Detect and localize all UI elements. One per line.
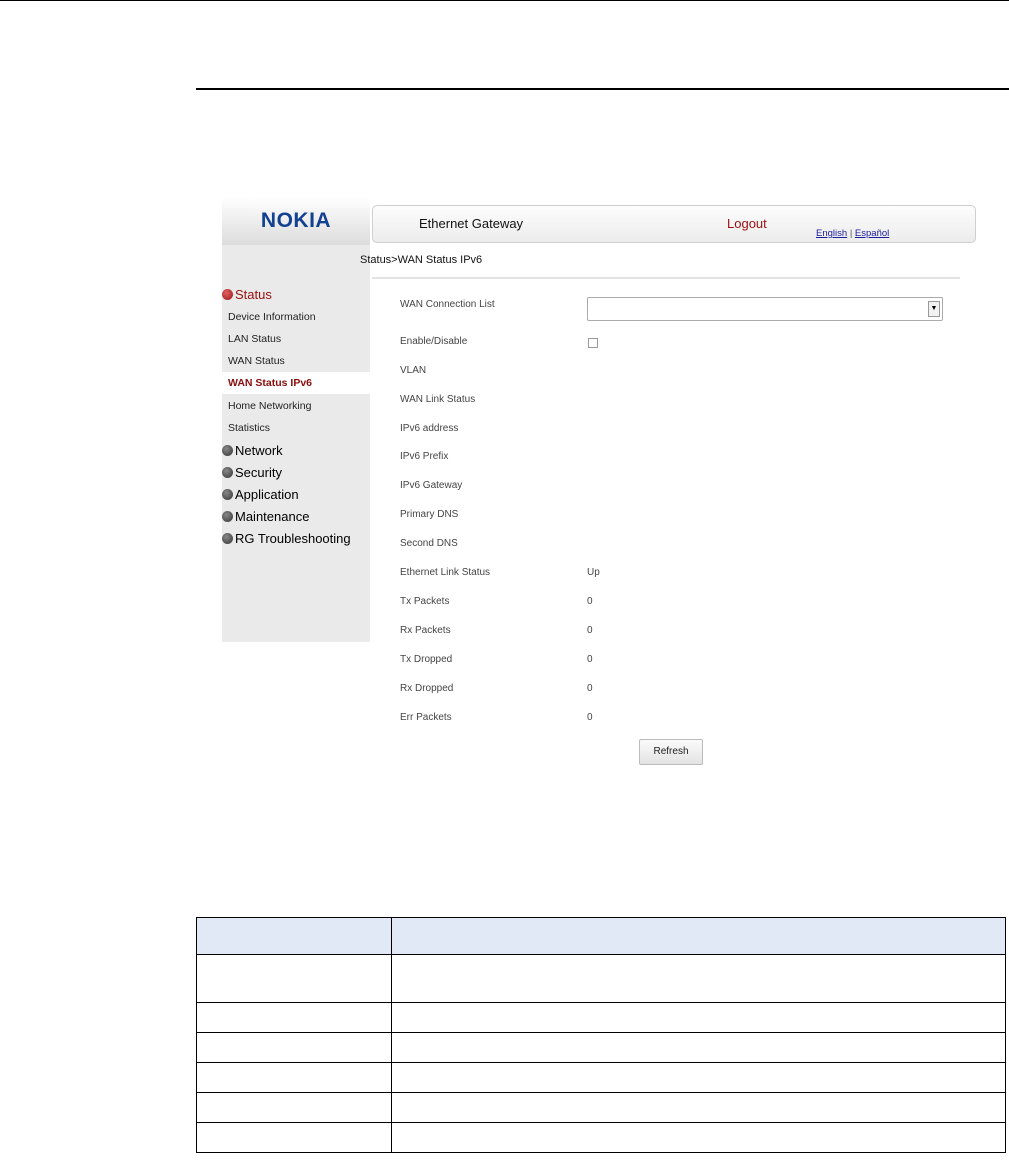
language-separator: |: [849, 228, 853, 239]
table-cell: [196, 1002, 392, 1033]
parameter-table: [196, 917, 1006, 1153]
table-cell: [391, 954, 1006, 1003]
table-cell: [391, 1122, 1006, 1153]
field-label-tx-dropped: Tx Dropped: [400, 654, 453, 665]
field-value-ethernet-link-status: Up: [587, 567, 600, 578]
field-label-wan-link-status: WAN Link Status: [400, 394, 476, 405]
field-label-tx-packets: Tx Packets: [400, 596, 450, 607]
field-value-err-packets: 0: [587, 712, 593, 723]
english-link[interactable]: English: [816, 228, 847, 239]
sidebar: NOKIA Status Device Information LAN Stat…: [222, 197, 370, 642]
field-value-tx-packets: 0: [587, 596, 593, 607]
sidebar-item-statistics[interactable]: Statistics: [228, 422, 270, 434]
sidebar-item-lan-status[interactable]: LAN Status: [228, 333, 281, 345]
refresh-button[interactable]: Refresh: [639, 739, 703, 765]
chevron-down-icon[interactable]: ▼: [928, 301, 940, 317]
table-header-cell: [196, 917, 392, 955]
table-row: [196, 1122, 1006, 1153]
field-label-vlan: VLAN: [400, 365, 427, 376]
field-label-ethernet-link-status: Ethernet Link Status: [400, 567, 491, 578]
espanol-link[interactable]: Español: [855, 228, 889, 239]
field-label-rx-packets: Rx Packets: [400, 625, 451, 636]
language-switcher: English | Español: [816, 228, 889, 239]
field-label-ipv6-address: IPv6 address: [400, 423, 459, 434]
sidebar-section-application[interactable]: Application: [222, 487, 299, 502]
sidebar-section-label: RG Troubleshooting: [235, 531, 351, 546]
gateway-screenshot: NOKIA Status Device Information LAN Stat…: [220, 197, 980, 767]
logo-box: NOKIA: [222, 197, 370, 245]
sidebar-section-label: Security: [235, 465, 282, 480]
expand-bullet-icon: [222, 533, 233, 544]
field-label-enable-disable: Enable/Disable: [400, 336, 468, 347]
table-cell: [196, 1062, 392, 1093]
table-cell: [196, 1032, 392, 1063]
gateway-title: Ethernet Gateway: [419, 216, 524, 231]
field-label-second-dns: Second DNS: [400, 538, 458, 549]
sidebar-section-maintenance[interactable]: Maintenance: [222, 509, 309, 524]
field-value-tx-dropped: 0: [587, 654, 593, 665]
field-label-rx-dropped: Rx Dropped: [400, 683, 454, 694]
field-value-rx-dropped: 0: [587, 683, 593, 694]
sidebar-item-wan-status-ipv6[interactable]: WAN Status IPv6: [222, 372, 370, 394]
table-cell: [196, 1122, 392, 1153]
page-top-rule: [0, 0, 1009, 1]
sidebar-section-network[interactable]: Network: [222, 443, 283, 458]
field-value-rx-packets: 0: [587, 625, 593, 636]
table-cell: [196, 1092, 392, 1123]
sidebar-section-security[interactable]: Security: [222, 465, 282, 480]
sidebar-section-label: Network: [235, 443, 283, 458]
sidebar-section-label: Maintenance: [235, 509, 310, 524]
table-row: [196, 1032, 1006, 1063]
section-rule: [196, 88, 1009, 90]
sidebar-item-home-networking[interactable]: Home Networking: [228, 400, 311, 412]
breadcrumb-divider: [372, 277, 960, 279]
sidebar-section-rg-troubleshooting[interactable]: RG Troubleshooting: [222, 531, 351, 546]
expand-bullet-icon: [222, 511, 233, 522]
table-row: [196, 954, 1006, 1003]
table-cell: [196, 954, 392, 1003]
table-header-row: [196, 917, 1006, 955]
table-header-cell: [391, 917, 1006, 955]
sidebar-item-device-information[interactable]: Device Information: [228, 311, 316, 323]
breadcrumb: Status>WAN Status IPv6: [360, 254, 483, 266]
field-label-ipv6-gateway: IPv6 Gateway: [400, 480, 463, 491]
nokia-logo: NOKIA: [260, 209, 332, 232]
expand-bullet-icon: [222, 467, 233, 478]
status-bullet-icon: [222, 289, 233, 300]
sidebar-section-label: Application: [235, 487, 299, 502]
enable-checkbox[interactable]: [588, 338, 598, 348]
table-cell: [391, 1002, 1006, 1033]
sidebar-item-wan-status[interactable]: WAN Status: [228, 355, 285, 367]
field-label-ipv6-prefix: IPv6 Prefix: [400, 451, 449, 462]
header-bar: Ethernet Gateway Logout English | Españo…: [372, 205, 976, 243]
sidebar-section-label: Status: [235, 287, 272, 302]
field-label-wan-connection-list: WAN Connection List: [400, 299, 495, 310]
table-row: [196, 1092, 1006, 1123]
logout-link[interactable]: Logout: [727, 216, 767, 231]
table-cell: [391, 1062, 1006, 1093]
expand-bullet-icon: [222, 489, 233, 500]
wan-connection-select[interactable]: ▼: [587, 297, 943, 321]
table-cell: [391, 1092, 1006, 1123]
field-label-primary-dns: Primary DNS: [400, 509, 459, 520]
expand-bullet-icon: [222, 445, 233, 456]
table-row: [196, 1002, 1006, 1033]
sidebar-section-status[interactable]: Status: [222, 287, 272, 302]
table-cell: [391, 1032, 1006, 1063]
field-label-err-packets: Err Packets: [400, 712, 452, 723]
table-row: [196, 1062, 1006, 1093]
